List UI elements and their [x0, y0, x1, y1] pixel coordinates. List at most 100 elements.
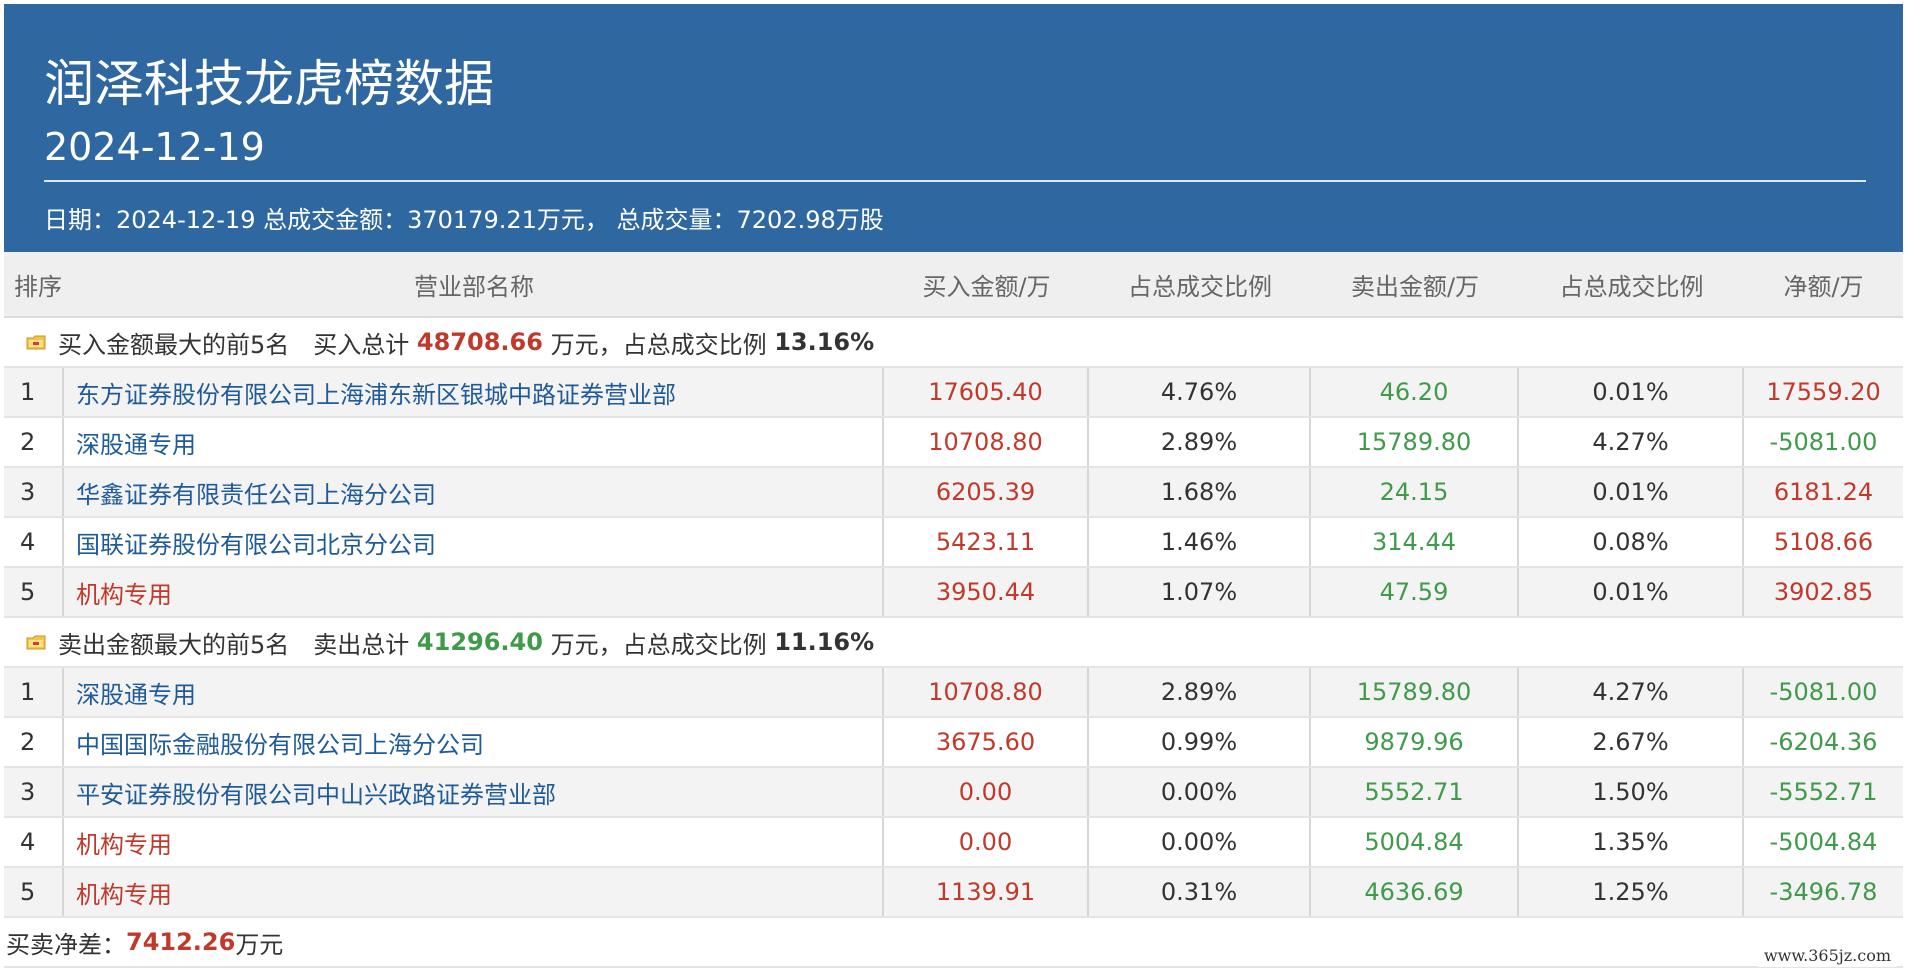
rank-cell: 2	[4, 418, 64, 466]
sell-ratio-cell: 0.01%	[1519, 368, 1744, 416]
branch-name-link[interactable]: 机构专用	[64, 818, 884, 866]
sell-ratio-cell: 4.27%	[1519, 418, 1744, 466]
table-row: 5 机构专用 3950.44 1.07% 47.59 0.01% 3902.85	[4, 568, 1903, 618]
rank-cell: 4	[4, 518, 64, 566]
buy-total-ratio: 13.16%	[774, 328, 875, 356]
column-header-net: 净额/万	[1783, 272, 1864, 301]
rank-cell: 2	[4, 718, 64, 766]
buy-amount-cell: 6205.39	[884, 468, 1089, 516]
column-header-sell-amount: 卖出金额/万	[1350, 272, 1480, 301]
sell-total-prefix: 卖出总计	[313, 630, 410, 659]
column-header-branch: 营业部名称	[414, 272, 534, 301]
buy-ratio-cell: 1.68%	[1089, 468, 1311, 516]
page-date: 2024-12-19	[44, 125, 265, 169]
rank-cell: 3	[4, 468, 64, 516]
sell-rows: 1 深股通专用 10708.80 2.89% 15789.80 4.27% -5081.00…	[4, 668, 1903, 918]
sell-amount-cell: 15789.80	[1311, 418, 1519, 466]
branch-name-link[interactable]: 机构专用	[64, 868, 884, 916]
net-amount-cell: 6181.24	[1773, 478, 1874, 506]
table-header-row: 排序 营业部名称 买入金额/万 占总成交比例 卖出金额/万 占总成交比例 净额/…	[4, 252, 1903, 318]
buy-section-label: 买入金额最大的前5名	[58, 330, 290, 359]
sell-total-ratio-prefix: 万元，占总成交比例	[550, 630, 767, 659]
net-amount-cell: -5004.84	[1769, 828, 1878, 856]
sell-ratio-cell: 0.01%	[1519, 468, 1744, 516]
branch-name-link[interactable]: 深股通专用	[64, 418, 884, 466]
sell-ratio-cell: 0.08%	[1519, 518, 1744, 566]
sell-ratio-cell: 4.27%	[1519, 668, 1744, 716]
table-row: 1 东方证券股份有限公司上海浦东新区银城中路证券营业部 17605.40 4.76% 4…	[4, 368, 1903, 418]
rank-cell: 1	[4, 368, 64, 416]
rank-cell: 5	[4, 568, 64, 616]
column-header-buy-ratio: 占总成交比例	[1128, 272, 1272, 301]
sell-amount-cell: 4636.69	[1311, 868, 1519, 916]
sell-ratio-cell: 2.67%	[1519, 718, 1744, 766]
net-amount-cell: 3902.85	[1773, 578, 1874, 606]
table-row: 3 华鑫证券有限责任公司上海分公司 6205.39 1.68% 24.15 0.01% 61…	[4, 468, 1903, 518]
table-row: 1 深股通专用 10708.80 2.89% 15789.80 4.27% -5081.00	[4, 668, 1903, 718]
net-amount-cell: -5081.00	[1769, 678, 1878, 706]
sell-amount-cell: 314.44	[1311, 518, 1519, 566]
header-banner: 润泽科技龙虎榜数据 2024-12-19 日期：2024-12-19 总成交金额…	[4, 4, 1903, 252]
folder-icon	[26, 334, 46, 350]
dragon-tiger-table: 排序 营业部名称 买入金额/万 占总成交比例 卖出金额/万 占总成交比例 净额/…	[4, 252, 1903, 968]
header-divider	[44, 180, 1866, 182]
rank-cell: 3	[4, 768, 64, 816]
buy-amount-cell: 3950.44	[884, 568, 1089, 616]
buy-ratio-cell: 0.00%	[1089, 818, 1311, 866]
buy-ratio-cell: 0.31%	[1089, 868, 1311, 916]
branch-name-link[interactable]: 平安证券股份有限公司中山兴政路证券营业部	[64, 768, 884, 816]
sell-amount-cell: 5004.84	[1311, 818, 1519, 866]
table-row: 2 中国国际金融股份有限公司上海分公司 3675.60 0.99% 9879.96 2.6…	[4, 718, 1903, 768]
folder-icon	[26, 634, 46, 650]
column-header-rank: 排序	[14, 272, 62, 301]
watermark: www.365jz.com	[1757, 944, 1897, 967]
sell-amount-cell: 9879.96	[1311, 718, 1519, 766]
buy-amount-cell: 0.00	[884, 768, 1089, 816]
net-difference-unit: 万元	[235, 930, 284, 959]
branch-name-link[interactable]: 东方证券股份有限公司上海浦东新区银城中路证券营业部	[64, 368, 884, 416]
sell-amount-cell: 15789.80	[1311, 668, 1519, 716]
column-header-buy-amount: 买入金额/万	[922, 272, 1051, 301]
buy-ratio-cell: 0.00%	[1089, 768, 1311, 816]
sell-ratio-cell: 0.01%	[1519, 568, 1744, 616]
branch-name-link[interactable]: 国联证券股份有限公司北京分公司	[64, 518, 884, 566]
net-amount-cell: 17559.20	[1766, 378, 1881, 406]
sell-total-value: 41296.40	[416, 628, 543, 656]
buy-ratio-cell: 2.89%	[1089, 418, 1311, 466]
net-difference-row: 买卖净差： 7412.26 万元	[4, 918, 1903, 968]
buy-amount-cell: 3675.60	[884, 718, 1089, 766]
table-row: 5 机构专用 1139.91 0.31% 4636.69 1.25% -3496.78	[4, 868, 1903, 918]
buy-amount-cell: 5423.11	[884, 518, 1089, 566]
sell-section-header: 卖出金额最大的前5名 卖出总计 41296.40 万元，占总成交比例 11.16…	[4, 618, 1903, 668]
buy-ratio-cell: 0.99%	[1089, 718, 1311, 766]
branch-name-link[interactable]: 机构专用	[64, 568, 884, 616]
branch-name-link[interactable]: 华鑫证券有限责任公司上海分公司	[64, 468, 884, 516]
net-amount-cell: 5108.66	[1773, 528, 1874, 556]
net-amount-cell: -6204.36	[1769, 728, 1878, 756]
sell-ratio-cell: 1.50%	[1519, 768, 1744, 816]
net-amount-cell: -3496.78	[1769, 878, 1878, 906]
branch-name-link[interactable]: 中国国际金融股份有限公司上海分公司	[64, 718, 884, 766]
buy-rows: 1 东方证券股份有限公司上海浦东新区银城中路证券营业部 17605.40 4.76% 4…	[4, 368, 1903, 618]
buy-amount-cell: 1139.91	[884, 868, 1089, 916]
branch-name-link[interactable]: 深股通专用	[64, 668, 884, 716]
sell-ratio-cell: 1.25%	[1519, 868, 1744, 916]
page-title: 润泽科技龙虎榜数据	[44, 55, 494, 113]
rank-cell: 5	[4, 868, 64, 916]
buy-total-prefix: 买入总计	[313, 330, 410, 359]
buy-total-value: 48708.66	[416, 328, 543, 356]
sell-amount-cell: 47.59	[1311, 568, 1519, 616]
table-row: 4 国联证券股份有限公司北京分公司 5423.11 1.46% 314.44 0.08% 5…	[4, 518, 1903, 568]
table-row: 2 深股通专用 10708.80 2.89% 15789.80 4.27% -5081.00	[4, 418, 1903, 468]
buy-amount-cell: 10708.80	[884, 668, 1089, 716]
trade-summary: 日期：2024-12-19 总成交金额：370179.21万元， 总成交量：72…	[44, 206, 884, 234]
buy-amount-cell: 17605.40	[884, 368, 1089, 416]
buy-total-ratio-prefix: 万元，占总成交比例	[550, 330, 767, 359]
buy-section-header: 买入金额最大的前5名 买入总计 48708.66 万元，占总成交比例 13.16…	[4, 318, 1903, 368]
buy-ratio-cell: 1.07%	[1089, 568, 1311, 616]
buy-amount-cell: 0.00	[884, 818, 1089, 866]
buy-ratio-cell: 2.89%	[1089, 668, 1311, 716]
sell-total-ratio: 11.16%	[774, 628, 875, 656]
sell-amount-cell: 5552.71	[1311, 768, 1519, 816]
table-row: 3 平安证券股份有限公司中山兴政路证券营业部 0.00 0.00% 5552.71 1.5…	[4, 768, 1903, 818]
